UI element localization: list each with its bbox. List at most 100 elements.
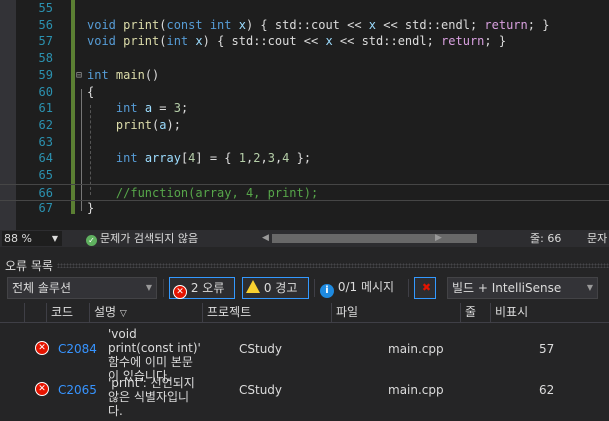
code-line[interactable]: 65: [0, 167, 609, 184]
code-text: void print(const int x) { std::cout << x…: [87, 17, 549, 34]
code-token: ] = {: [195, 151, 239, 166]
code-token: (): [144, 67, 160, 82]
code-token: ; }: [484, 34, 507, 49]
error-file: main.cpp: [388, 383, 444, 397]
code-token: =: [152, 101, 174, 116]
column-header-code[interactable]: 코드: [46, 303, 89, 323]
chevron-down-icon: ▼: [586, 283, 593, 292]
panel-grip[interactable]: [57, 263, 609, 268]
error-project: CStudy: [239, 342, 283, 356]
code-token: };: [289, 151, 312, 166]
code-text: //function(array, 4, print);: [87, 185, 318, 202]
code-token: 3: [267, 151, 275, 166]
error-line: 57: [539, 342, 555, 356]
code-token: array: [144, 151, 181, 166]
line-number: 65: [38, 168, 53, 182]
scope-dropdown[interactable]: 전체 솔루션 ▼: [7, 277, 157, 299]
error-description: 'print': 선언되지 않은 식별자입니다.: [108, 376, 195, 418]
horizontal-scrollbar[interactable]: [272, 234, 477, 243]
code-token: //function(array, 4, print);: [115, 185, 319, 200]
column-header-filter[interactable]: [24, 303, 46, 323]
issues-text: 문제가 검색되지 않음: [100, 232, 199, 245]
line-number: 63: [38, 134, 53, 149]
messages-filter-button[interactable]: i 0/1 메시지: [320, 277, 394, 299]
code-line[interactable]: 55: [0, 0, 609, 17]
code-token: 3: [173, 101, 181, 116]
error-file: main.cpp: [388, 342, 444, 356]
source-dropdown[interactable]: 빌드 + IntelliSense ▼: [447, 277, 598, 299]
error-code-link[interactable]: C2065: [58, 383, 97, 397]
code-text: void print(int x) { std::cout << x << st…: [87, 33, 506, 50]
line-number: 61: [38, 101, 53, 116]
code-token: ; }: [527, 17, 550, 32]
code-token: ) { std::cout <<: [245, 17, 369, 32]
line-number: 62: [38, 117, 53, 132]
column-header-line[interactable]: 줄: [460, 303, 490, 323]
code-token: x: [195, 34, 203, 49]
scope-value: 전체 솔루션: [12, 281, 72, 295]
code-token: return: [441, 34, 485, 49]
code-token: int: [166, 34, 196, 49]
code-token: void: [87, 17, 124, 32]
code-text: print(a);: [87, 117, 181, 134]
code-line[interactable]: 61 int a = 3;: [0, 100, 609, 117]
warnings-filter-button[interactable]: 0 경고: [242, 277, 309, 299]
code-line[interactable]: 56 void print(const int x) { std::cout <<…: [0, 17, 609, 34]
scroll-right-icon[interactable]: ▶: [435, 230, 442, 247]
code-line[interactable]: 63: [0, 134, 609, 151]
column-header-suppression[interactable]: 비표시: [490, 303, 609, 323]
code-token: {: [87, 84, 95, 99]
code-token: int: [115, 101, 145, 116]
line-number: 60: [38, 84, 53, 99]
line-number: 57: [38, 34, 53, 49]
error-row[interactable]: ✕ C2084 'void print(const int)' 함수에 이미 본…: [0, 325, 609, 383]
code-editor[interactable]: 55 56 void print(const int x) { std::cout …: [0, 0, 609, 230]
error-line: 62: [539, 383, 555, 397]
zoom-dropdown[interactable]: 88 % ▼: [2, 231, 62, 246]
error-code-link[interactable]: C2084: [58, 342, 97, 356]
header-label: 설명: [94, 305, 117, 319]
code-token: a: [144, 101, 153, 116]
code-text: int array[4] = { 1,2,3,4 };: [87, 150, 311, 167]
code-line[interactable]: 58: [0, 50, 609, 67]
code-line[interactable]: 62 print(a);: [0, 117, 609, 134]
line-number: 59: [38, 67, 53, 82]
code-line[interactable]: 66 //function(array, 4, print);: [0, 183, 609, 202]
code-token: ;: [180, 101, 189, 116]
panel-title: 오류 목록: [5, 259, 53, 273]
column-header-description[interactable]: 설명 ▽: [89, 303, 202, 323]
code-token: << std::endl;: [376, 17, 485, 32]
issues-indicator[interactable]: ✓ 문제가 검색되지 않음: [86, 230, 198, 247]
divider: [314, 279, 315, 297]
errors-filter-button[interactable]: ✕ 2 오류: [169, 277, 235, 299]
divider: [408, 279, 409, 297]
divider: [163, 279, 164, 297]
header-label: 파일: [336, 305, 359, 319]
collapse-icon[interactable]: ⊟: [76, 67, 82, 84]
editor-status-bar: 88 % ▼ ✓ 문제가 검색되지 않음 ◀ ▶ 줄: 66 문자: [0, 230, 609, 247]
scroll-left-icon[interactable]: ◀: [262, 230, 269, 247]
code-token: x: [368, 17, 377, 32]
warnings-label: 0 경고: [263, 281, 298, 295]
warning-icon: [246, 280, 260, 293]
code-token: x: [238, 17, 246, 32]
code-line[interactable]: 67}: [0, 200, 609, 217]
error-row[interactable]: ✕ C2065 'print': 선언되지 않은 식별자입니다. CStudy …: [0, 374, 609, 418]
column-header-project[interactable]: 프로젝트: [202, 303, 331, 323]
code-line[interactable]: 64 int array[4] = { 1,2,3,4 };: [0, 150, 609, 167]
code-token: print: [123, 34, 160, 49]
error-icon: ✕: [35, 382, 49, 396]
line-indicator: 줄: 66: [530, 232, 562, 245]
code-line[interactable]: 59 ⊟ int main(): [0, 67, 609, 84]
column-header-file[interactable]: 파일: [331, 303, 460, 323]
error-icon: ✕: [173, 285, 187, 299]
code-text: int main(): [87, 67, 159, 84]
error-project: CStudy: [239, 383, 283, 397]
code-line[interactable]: 57 void print(int x) { std::cout << x << …: [0, 33, 609, 50]
clear-filter-icon[interactable]: ✖: [414, 277, 436, 299]
code-line[interactable]: 60 {: [0, 84, 609, 101]
line-number: 58: [38, 51, 53, 66]
